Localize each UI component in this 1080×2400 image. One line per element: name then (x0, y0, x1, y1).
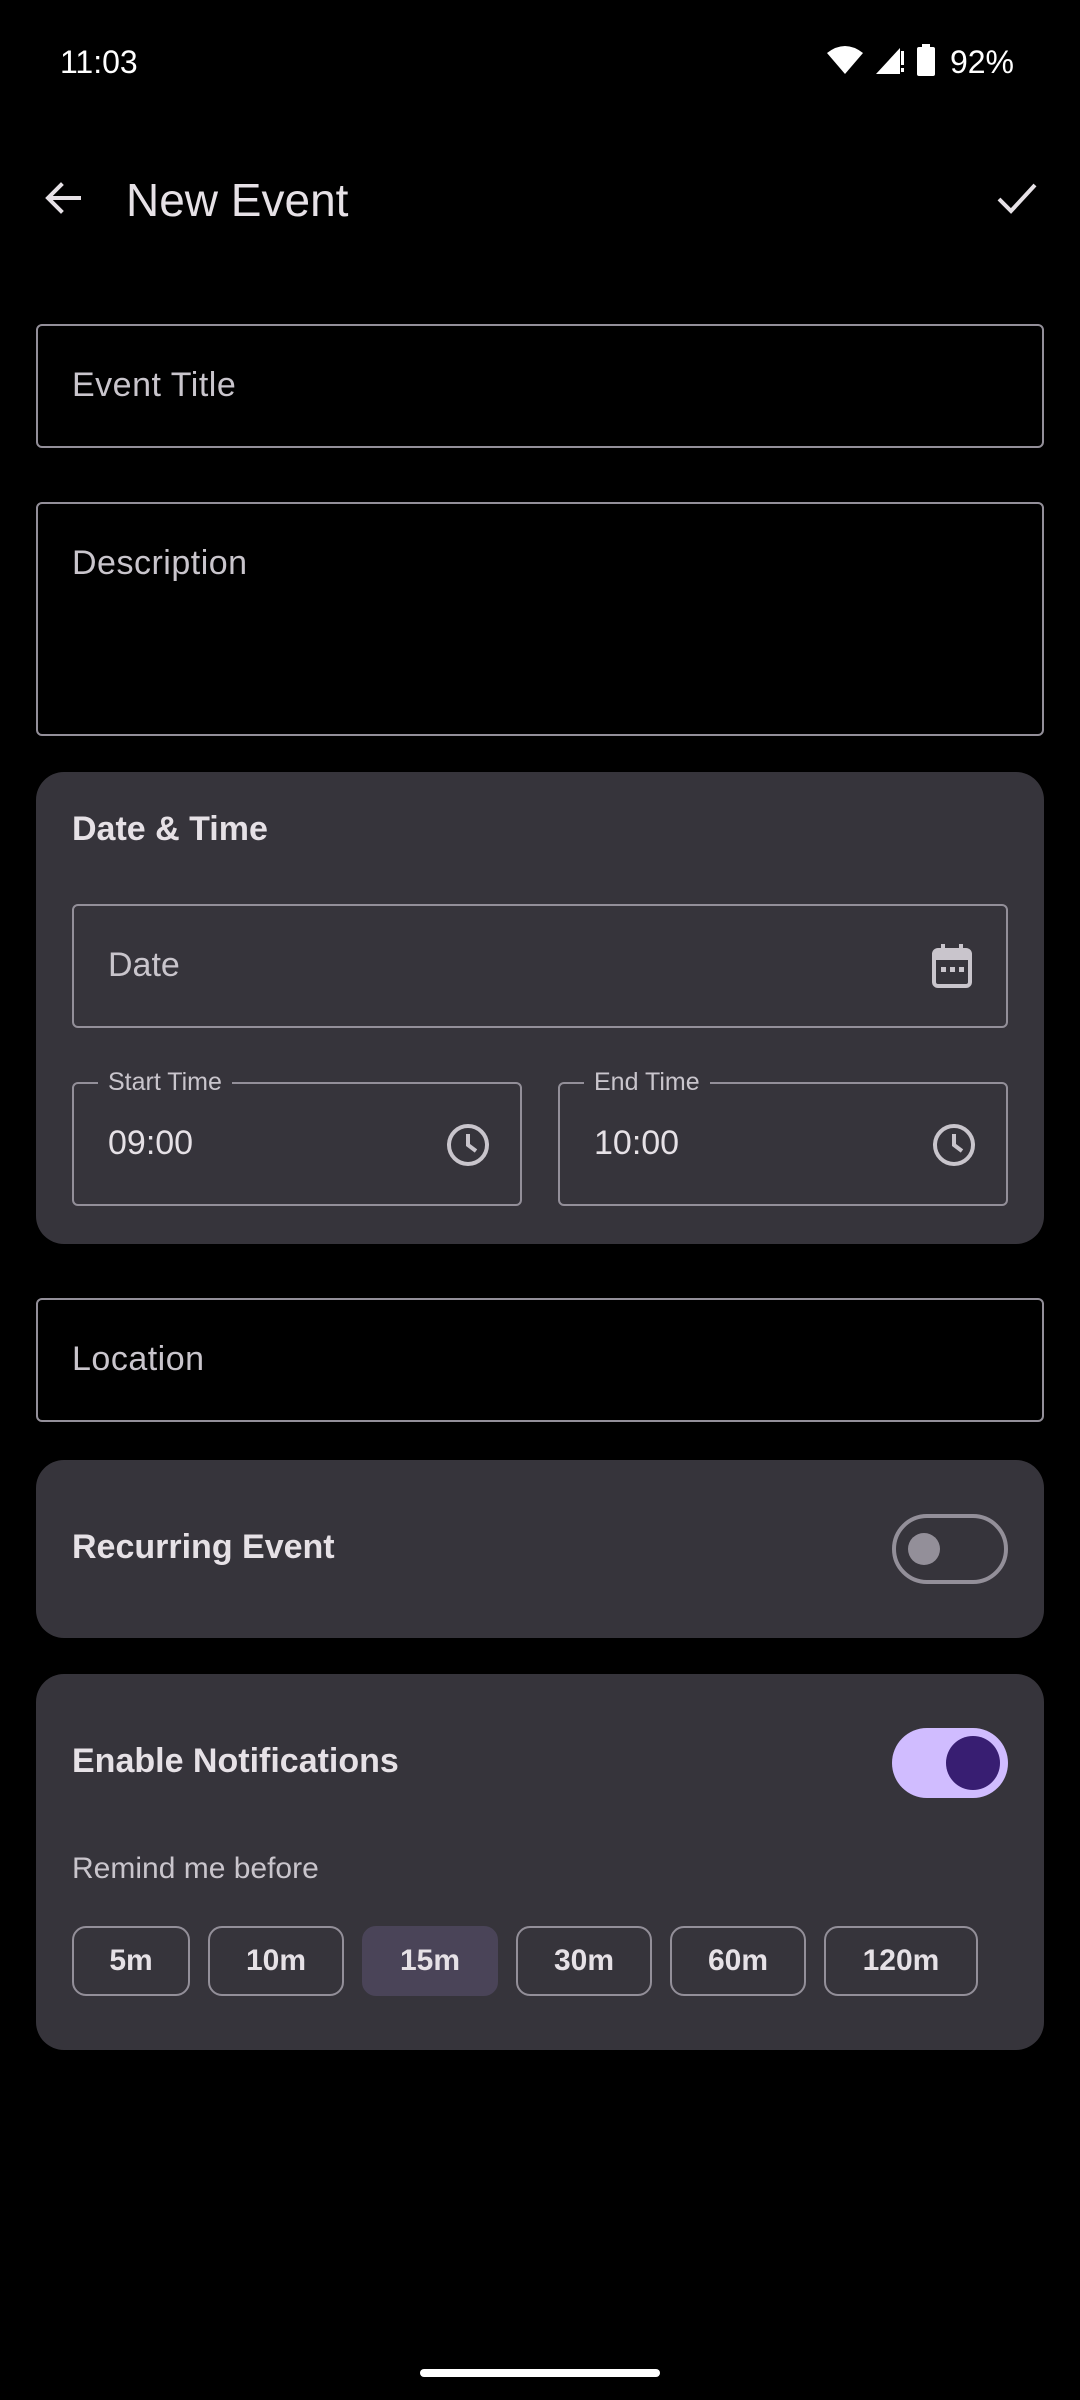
battery-icon (916, 44, 936, 81)
recurring-event-card: Recurring Event (36, 1460, 1044, 1638)
date-field[interactable]: Date (72, 904, 1008, 1028)
check-icon (996, 181, 1038, 220)
date-time-heading: Date & Time (72, 810, 268, 848)
calendar-icon[interactable] (928, 942, 976, 990)
cell-signal-icon (874, 45, 906, 80)
end-time-field[interactable]: End Time 10:00 (558, 1068, 1008, 1206)
start-time-value: 09:00 (108, 1124, 194, 1162)
switch-knob (908, 1533, 940, 1565)
description-input[interactable]: Description (36, 502, 1044, 736)
start-time-label: Start Time (98, 1068, 232, 1097)
reminder-chip-15m[interactable]: 15m (362, 1926, 498, 1996)
enable-notifications-label: Enable Notifications (72, 1742, 399, 1780)
recurring-event-switch[interactable] (892, 1514, 1008, 1584)
date-placeholder: Date (108, 946, 180, 984)
reminder-chip-60m[interactable]: 60m (670, 1926, 806, 1996)
reminder-chip-10m[interactable]: 10m (208, 1926, 344, 1996)
home-indicator[interactable] (420, 2369, 660, 2377)
save-button[interactable] (984, 167, 1050, 233)
wifi-icon (826, 45, 864, 80)
switch-knob (946, 1736, 1000, 1790)
page-title: New Event (126, 174, 349, 226)
reminder-chip-5m[interactable]: 5m (72, 1926, 190, 1996)
recurring-event-label: Recurring Event (72, 1528, 335, 1566)
back-button[interactable] (30, 167, 96, 233)
end-time-value: 10:00 (594, 1124, 680, 1162)
end-time-label: End Time (584, 1068, 710, 1097)
event-title-input[interactable]: Event Title (36, 324, 1044, 448)
clock-icon[interactable] (444, 1121, 492, 1169)
notifications-switch[interactable] (892, 1728, 1008, 1798)
event-title-placeholder: Event Title (72, 366, 237, 404)
arrow-back-icon (43, 178, 83, 223)
notifications-card: Enable Notifications Remind me before 5m… (36, 1674, 1044, 2050)
date-time-card: Date & Time Date Start Time 09:00 End Ti… (36, 772, 1044, 1244)
description-placeholder: Description (72, 544, 248, 582)
status-time: 11:03 (60, 44, 138, 80)
clock-icon[interactable] (930, 1121, 978, 1169)
status-icons: 92% (826, 44, 1014, 81)
remind-me-before-label: Remind me before (72, 1852, 319, 1885)
reminder-chip-30m[interactable]: 30m (516, 1926, 652, 1996)
start-time-field[interactable]: Start Time 09:00 (72, 1068, 522, 1206)
location-input[interactable]: Location (36, 1298, 1044, 1422)
battery-percentage: 92% (949, 44, 1014, 80)
app-bar: New Event (0, 140, 1080, 260)
status-bar: 11:03 92% (0, 0, 1080, 128)
location-placeholder: Location (72, 1340, 205, 1378)
reminder-chip-120m[interactable]: 120m (824, 1926, 978, 1996)
reminder-options: 5m 10m 15m 30m 60m 120m (72, 1926, 978, 1996)
